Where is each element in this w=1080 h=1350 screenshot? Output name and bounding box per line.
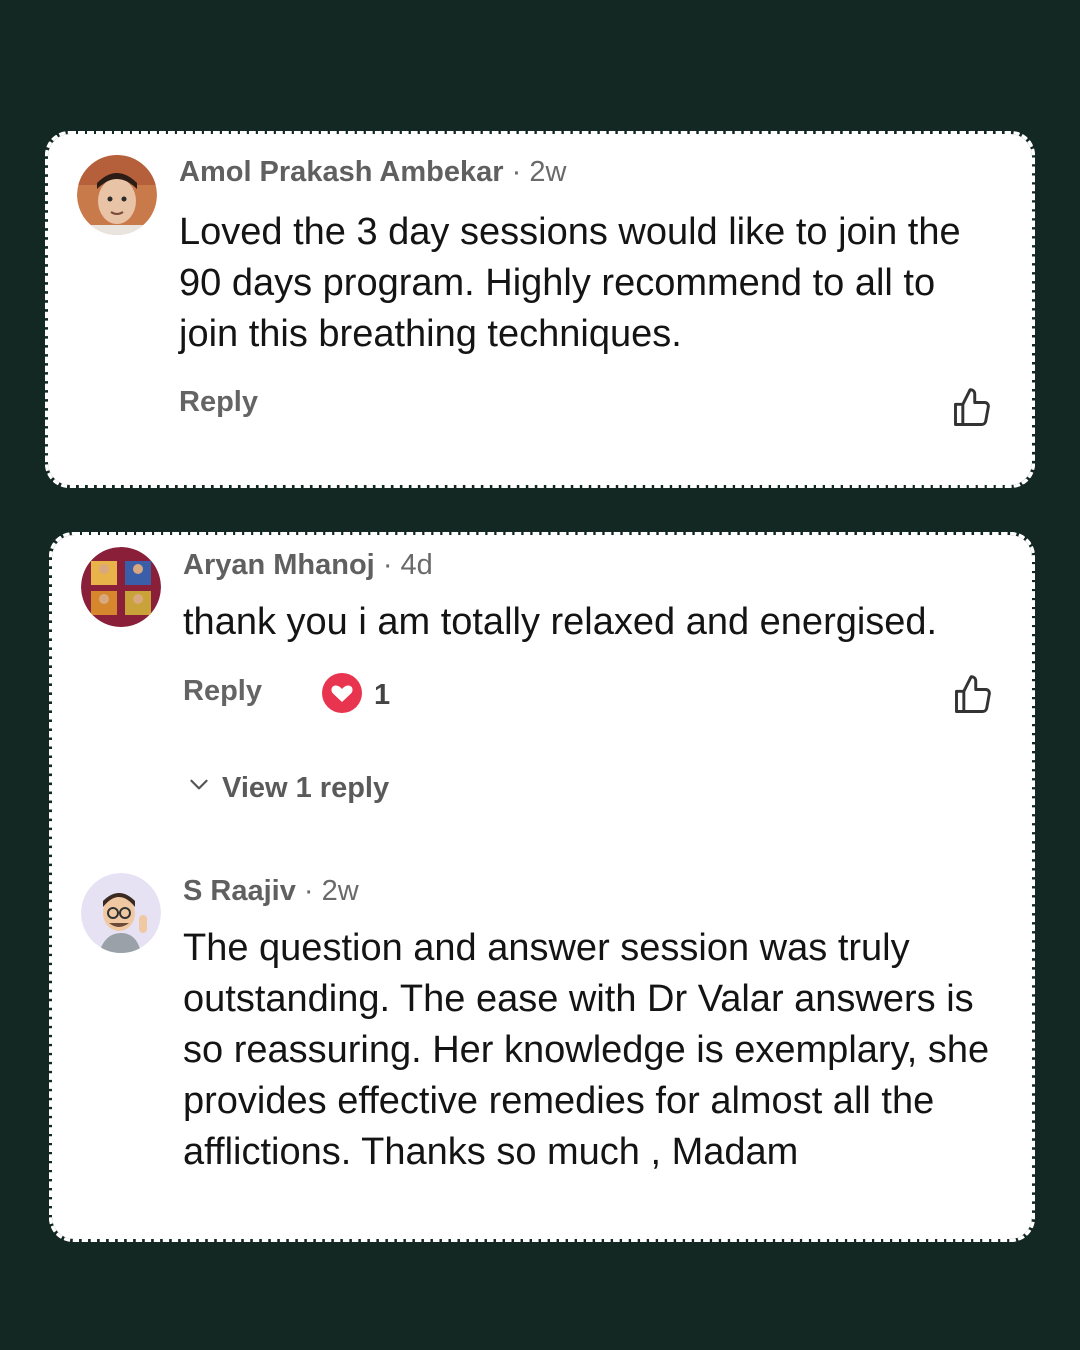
comment-meta: Amol Prakash Ambekar · 2w: [179, 156, 566, 189]
comment-author[interactable]: Aryan Mhanoj: [183, 549, 375, 581]
reply-button[interactable]: Reply: [179, 386, 258, 419]
comment-time: 2w: [321, 875, 359, 907]
comment-card: Aryan Mhanoj · 4d thank you i am totally…: [49, 532, 1035, 1242]
avatar[interactable]: [81, 873, 161, 953]
comment-meta: Aryan Mhanoj · 4d: [183, 549, 433, 582]
heart-reaction[interactable]: 1: [320, 671, 390, 720]
thumbs-up-icon: [950, 388, 994, 434]
comment-meta: S Raajiv · 2w: [183, 875, 359, 908]
like-button[interactable]: [950, 386, 994, 430]
heart-icon: [320, 671, 364, 720]
comment-card: Amol Prakash Ambekar · 2w Loved the 3 da…: [45, 131, 1035, 488]
chevron-down-icon: [186, 771, 212, 805]
avatar[interactable]: [77, 155, 157, 235]
meta-separator: ·: [382, 549, 393, 581]
view-replies-label: View 1 reply: [222, 771, 390, 804]
meta-separator: ·: [303, 875, 314, 907]
avatar[interactable]: [81, 547, 161, 627]
comment-text: The question and answer session was trul…: [183, 927, 990, 1173]
comment-time: 2w: [529, 156, 567, 188]
heart-count: 1: [374, 679, 391, 711]
comment-author[interactable]: Amol Prakash Ambekar: [179, 156, 504, 188]
meta-separator: ·: [511, 156, 522, 188]
comment-text: thank you i am totally relaxed and energ…: [183, 601, 938, 643]
comment-text: Loved the 3 day sessions would like to j…: [179, 211, 961, 355]
comment-author[interactable]: S Raajiv: [183, 875, 296, 907]
like-button[interactable]: [951, 673, 995, 717]
reply-button[interactable]: Reply: [183, 675, 262, 708]
comment-time: 4d: [400, 549, 433, 581]
thumbs-up-icon: [951, 675, 995, 721]
view-replies-button[interactable]: View 1 reply: [186, 771, 389, 805]
